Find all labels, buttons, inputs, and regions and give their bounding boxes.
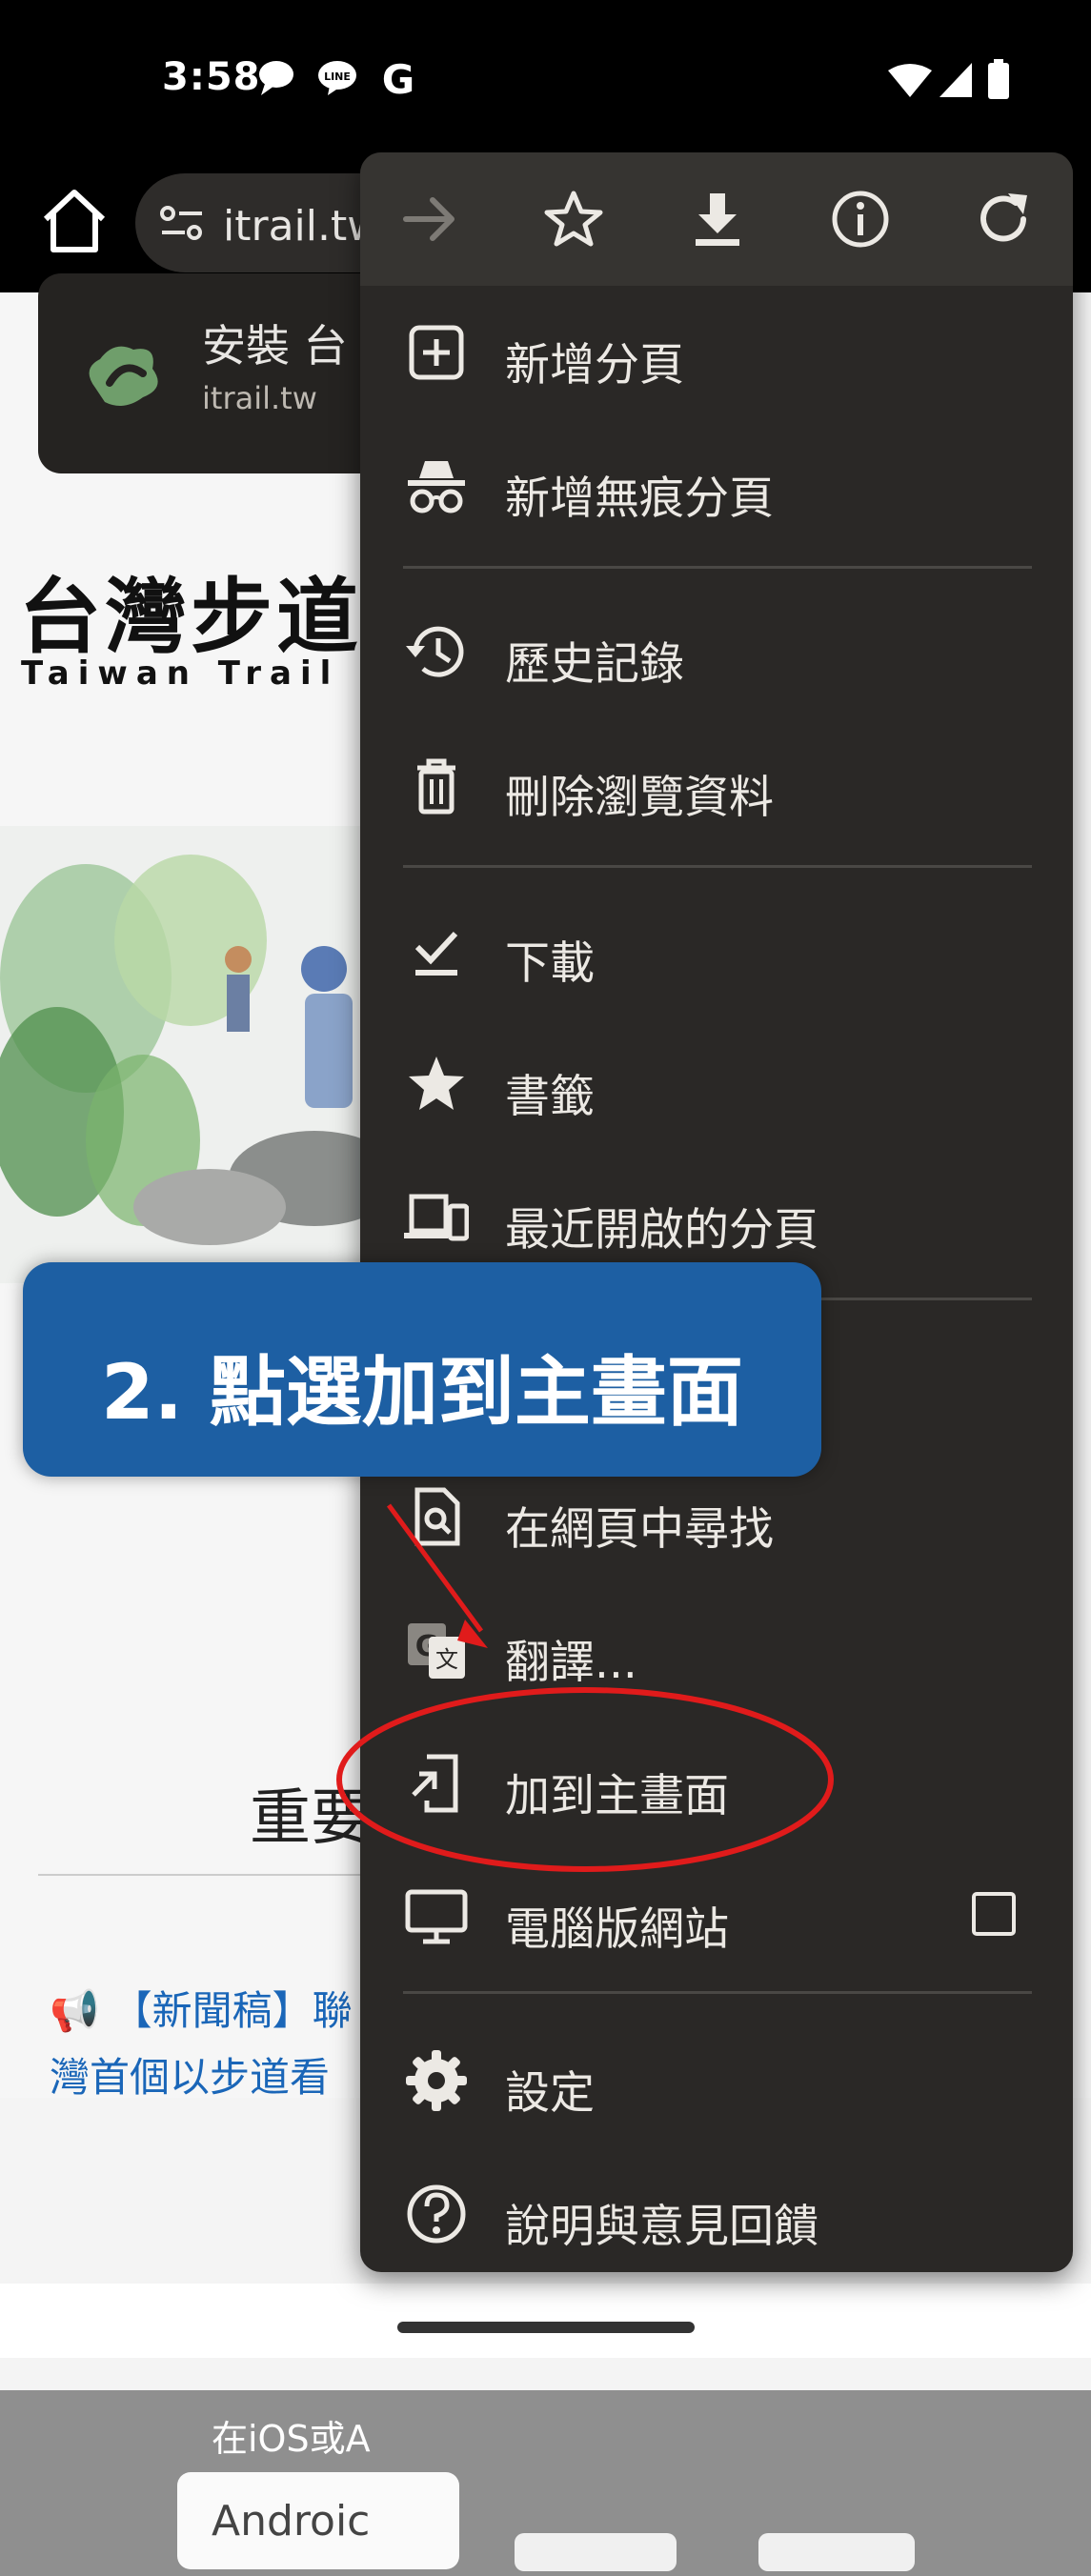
bookmarks-star-icon (409, 1057, 464, 1110)
site-title: 台灣步道 (19, 569, 362, 665)
menu-item-desktop-site[interactable]: 電腦版網站 (360, 1850, 1073, 1983)
incognito-icon (408, 461, 465, 513)
menu-item-history[interactable]: 歷史記錄 (360, 585, 1073, 718)
google-g-icon: G (382, 59, 414, 99)
menu-item-settings[interactable]: 設定 (360, 2014, 1073, 2147)
news-link-continued[interactable]: 灣首個以步道看 (50, 2045, 330, 2103)
find-in-page-icon (414, 1487, 460, 1546)
translate-icon: G 文 (408, 1623, 465, 1679)
menu-divider (403, 566, 1032, 569)
site-settings-icon[interactable] (158, 202, 206, 244)
menu-label-help-and-feedback: 說明與意見回饋 (505, 2201, 818, 2253)
settings-gear-icon (406, 2050, 467, 2111)
menu-item-translate[interactable]: G 文 翻譯... (360, 1583, 1073, 1717)
refresh-icon[interactable] (970, 186, 1037, 252)
download-icon[interactable] (684, 186, 751, 252)
hikers-illustration (0, 826, 400, 1283)
signal-icon (939, 63, 972, 97)
browser-overflow-menu: 新增分頁 新增無痕分頁 歷史記錄 刪除瀏覽資料 下載 書籤 最近開啟的分頁 在網… (360, 152, 1073, 2272)
recent-tabs-icon (404, 1194, 469, 1241)
add-to-home-icon (412, 1754, 458, 1813)
svg-text:G: G (382, 59, 414, 99)
news-link[interactable]: 📢 【新聞稿】聯 (50, 1979, 353, 2037)
menu-item-new-incognito-tab[interactable]: 新增無痕分頁 (360, 419, 1073, 553)
menu-label-clear-browsing-data: 刪除瀏覽資料 (505, 772, 774, 824)
android-button-label: Androic (212, 2497, 371, 2546)
menu-label-downloads: 下載 (505, 937, 595, 990)
secondary-button[interactable] (515, 2533, 677, 2571)
battery-icon (988, 59, 1009, 99)
line-app-icon: LINE (318, 61, 356, 95)
status-bar: 3:58 LINE G (0, 0, 1091, 154)
home-icon[interactable] (36, 183, 112, 259)
chat-bubble-icon (259, 61, 293, 95)
menu-label-settings: 設定 (505, 2067, 595, 2120)
gesture-handle[interactable] (397, 2322, 695, 2333)
install-banner-title: 安裝 台 (202, 320, 348, 372)
menu-item-add-to-home-screen[interactable]: 加到主畫面 (360, 1717, 1073, 1850)
svg-text:LINE: LINE (324, 70, 351, 83)
page-info-icon[interactable] (827, 186, 894, 252)
menu-item-downloads[interactable]: 下載 (360, 884, 1073, 1017)
menu-item-new-tab[interactable]: 新增分頁 (360, 286, 1073, 419)
important-heading: 重要 (250, 1783, 372, 1854)
menu-item-clear-browsing-data[interactable]: 刪除瀏覽資料 (360, 718, 1073, 852)
menu-icon-row (360, 152, 1073, 286)
site-subtitle: Taiwan Trail (21, 654, 340, 693)
menu-label-history: 歷史記錄 (505, 638, 684, 691)
bookmark-star-icon[interactable] (540, 186, 607, 252)
desktop-site-checkbox[interactable] (972, 1892, 1016, 1936)
system-nav-bar (0, 2284, 1091, 2358)
menu-label-bookmarks: 書籤 (505, 1071, 595, 1123)
instruction-callout-text: 2. 點選加到主畫面 (101, 1348, 743, 1437)
site-logo-icon (89, 346, 158, 406)
tertiary-button[interactable] (758, 2533, 915, 2571)
android-button[interactable]: Androic (177, 2472, 459, 2569)
menu-label-find-in-page: 在網頁中尋找 (505, 1503, 774, 1556)
downloads-icon (414, 931, 458, 976)
svg-text:文: 文 (435, 1646, 458, 1673)
menu-divider (403, 1991, 1032, 1994)
trash-icon (417, 758, 455, 815)
menu-label-desktop-site: 電腦版網站 (505, 1903, 729, 1956)
menu-label-new-incognito-tab: 新增無痕分頁 (505, 473, 774, 525)
install-instructions-text: 在iOS或A (212, 2418, 371, 2460)
wifi-icon (888, 64, 932, 97)
help-icon (407, 2184, 466, 2244)
status-time: 3:58 (162, 55, 261, 99)
menu-label-add-to-home-screen: 加到主畫面 (505, 1770, 729, 1822)
menu-item-help-and-feedback[interactable]: 說明與意見回饋 (360, 2147, 1073, 2272)
instruction-callout: 2. 點選加到主畫面 (23, 1262, 821, 1477)
desktop-icon (405, 1889, 468, 1944)
menu-item-bookmarks[interactable]: 書籤 (360, 1017, 1073, 1151)
menu-label-recent-tabs: 最近開啟的分頁 (505, 1204, 818, 1257)
menu-label-new-tab: 新增分頁 (505, 339, 684, 392)
menu-label-translate: 翻譯... (505, 1637, 637, 1689)
menu-divider (403, 865, 1032, 868)
install-banner-host: itrail.tw (202, 380, 317, 416)
url-text: itrail.tw (223, 202, 382, 251)
forward-arrow-icon[interactable] (396, 186, 463, 252)
new-tab-icon (409, 325, 464, 380)
history-icon (406, 626, 464, 677)
install-instructions-bar: 在iOS或A Androic (0, 2390, 1091, 2576)
